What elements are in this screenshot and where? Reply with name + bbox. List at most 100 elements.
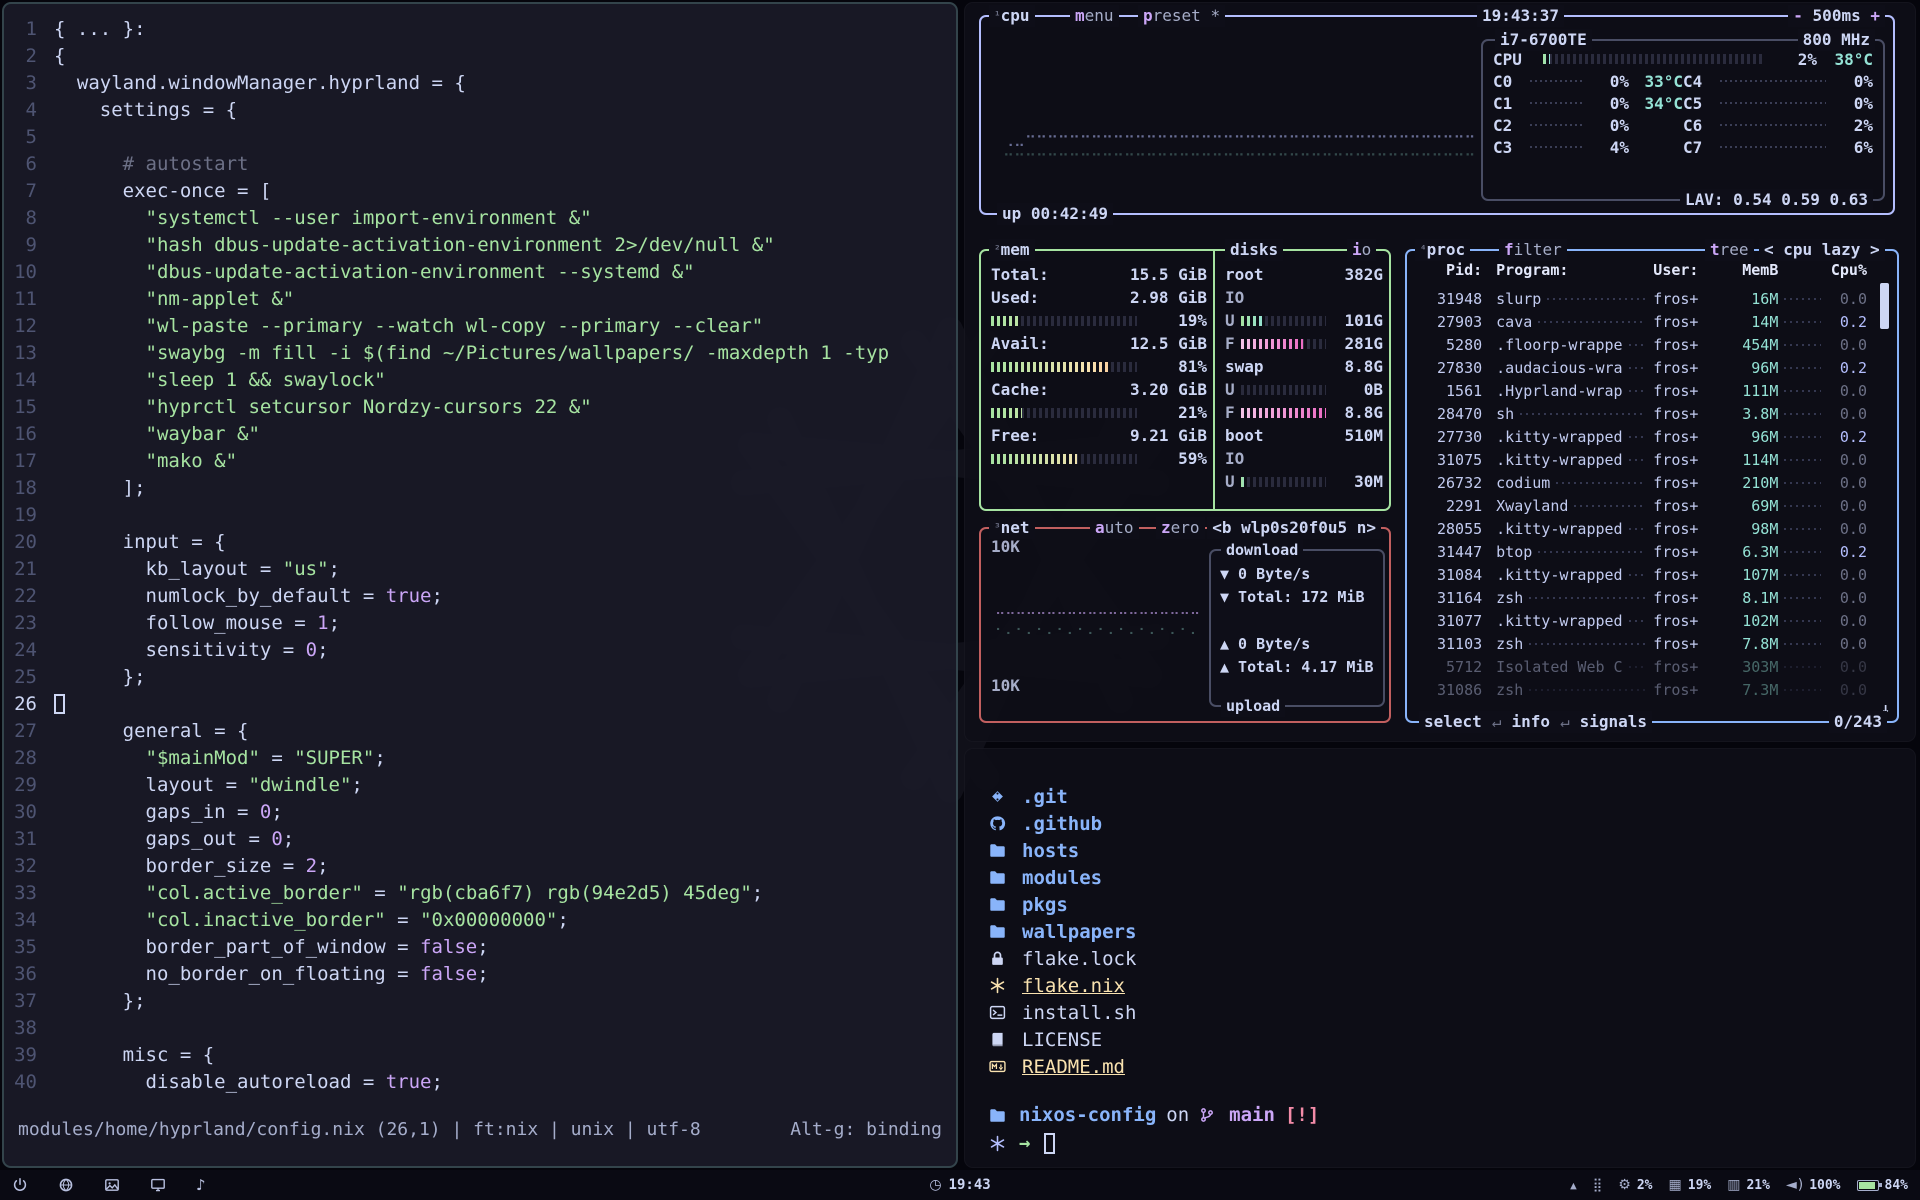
code-token: ;: [317, 855, 328, 877]
line-number: 12: [4, 313, 54, 340]
disks-io-toggle[interactable]: io: [1347, 239, 1376, 261]
process-mem: 114M: [1723, 451, 1779, 469]
module-value: 100%: [1809, 1178, 1840, 1193]
process-row[interactable]: 31084.kitty-wrappedfros+107M0.0: [1417, 563, 1867, 586]
process-row[interactable]: 26732codiumfros+210M0.0: [1417, 471, 1867, 494]
process-pid: 31086: [1417, 681, 1482, 699]
clock-module[interactable]: ◷ 19:43: [929, 1177, 990, 1193]
disk-io-label: IO: [1225, 286, 1383, 309]
process-user: fros+: [1653, 589, 1710, 607]
update-interval-control[interactable]: - 500ms +: [1788, 5, 1885, 27]
browser-icon[interactable]: [58, 1177, 74, 1193]
process-name: .floorp-wrappe: [1482, 336, 1653, 354]
line-number: 19: [4, 502, 54, 529]
process-user: fros+: [1653, 382, 1710, 400]
code-token: input = {: [54, 531, 226, 553]
process-row[interactable]: 31103zshfros+7.8M0.0: [1417, 632, 1867, 655]
core-name-label: C0: [1493, 72, 1523, 91]
volume-icon: ◄: [1786, 1177, 1803, 1193]
process-row[interactable]: 2291Xwaylandfros+69M0.0: [1417, 494, 1867, 517]
load-average: LAV: 0.54 0.59 0.63: [1680, 189, 1873, 211]
tray-expand-button[interactable]: ▲: [1570, 1179, 1577, 1192]
file-row: flake.lock: [989, 945, 1136, 972]
code-token: disable_autoreload =: [54, 1071, 386, 1093]
prompt-input-line[interactable]: →: [989, 1129, 1319, 1157]
cpu-core-row: C10%34°C: [1493, 92, 1683, 114]
proc-footer-action[interactable]: info: [1511, 711, 1550, 733]
process-row[interactable]: 31164zshfros+8.1M0.0: [1417, 586, 1867, 609]
process-row[interactable]: 31948slurpfros+16M0.0: [1417, 287, 1867, 310]
file-name: README.md: [1022, 1056, 1125, 1078]
volume-module[interactable]: ◄ 100%: [1786, 1177, 1841, 1193]
core-percent: 0%: [1589, 116, 1629, 135]
process-row[interactable]: 5280.floorp-wrappefros+454M0.0: [1417, 333, 1867, 356]
code-area[interactable]: 1{ ... }:2{3 wayland.windowManager.hyprl…: [4, 4, 956, 1096]
code-line: 20 input = {: [4, 529, 956, 556]
net-auto-button[interactable]: auto: [1090, 517, 1139, 539]
process-row[interactable]: 27830.audacious-wrafros+96M0.2: [1417, 356, 1867, 379]
btop-window: ¹cpu menu preset * 19:43:37 - 500ms + ⢀⣀…: [964, 2, 1916, 742]
line-number: 9: [4, 232, 54, 259]
proc-footer-action[interactable]: select: [1424, 711, 1482, 733]
code-token: ;: [752, 882, 763, 904]
proc-scrollbar-thumb[interactable]: [1880, 283, 1889, 329]
process-row[interactable]: 31086zshfros+7.3M0.0: [1417, 678, 1867, 701]
bar-right-modules: ▲ ⣿ ⚙2% ▦19% ▥21% ◄ 100% 84%: [1570, 1177, 1908, 1193]
code-text: exec-once = [: [54, 180, 271, 202]
core-percent: 0%: [1589, 94, 1629, 113]
git-icon: [989, 788, 1009, 805]
process-row[interactable]: 31075.kitty-wrappedfros+114M0.0: [1417, 448, 1867, 471]
filter-button[interactable]: filter: [1499, 239, 1567, 261]
tray-grip-icon[interactable]: ⣿: [1593, 1178, 1603, 1193]
code-token: 2: [306, 855, 317, 877]
disk-module[interactable]: ▥21%: [1727, 1177, 1770, 1193]
tree-button[interactable]: tree: [1705, 239, 1754, 261]
memory-module[interactable]: ▦19%: [1669, 1177, 1712, 1193]
line-number: 13: [4, 340, 54, 367]
power-icon[interactable]: [12, 1177, 28, 1193]
process-row[interactable]: 31447btopfros+6.3M0.2: [1417, 540, 1867, 563]
code-text: sensitivity = 0;: [54, 639, 329, 661]
code-line: 31 gaps_out = 0;: [4, 826, 956, 853]
file-name: pkgs: [1022, 894, 1068, 916]
process-row[interactable]: 1561.Hyprland-wrapfros+111M0.0: [1417, 379, 1867, 402]
process-name-text: codium: [1496, 474, 1550, 492]
shell-prompt: nixos-config on main [!] →: [989, 1101, 1319, 1157]
cpu-model-label: i7-6700TE: [1495, 29, 1592, 51]
code-line: 39 misc = {: [4, 1042, 956, 1069]
process-row[interactable]: 5712Isolated Web Cfros+303M0.0: [1417, 655, 1867, 678]
code-line: 38: [4, 1015, 956, 1042]
leader-dots: [1629, 459, 1646, 461]
battery-module[interactable]: 84%: [1857, 1178, 1908, 1193]
github-icon: [989, 815, 1009, 832]
process-row[interactable]: 28470shfros+3.8M0.0: [1417, 402, 1867, 425]
line-number: 10: [4, 259, 54, 286]
process-row[interactable]: 27903cavafros+14M0.2: [1417, 310, 1867, 333]
code-line: 24 sensitivity = 0;: [4, 637, 956, 664]
statusline-file-info: modules/home/hyprland/config.nix (26,1) …: [18, 1119, 701, 1140]
process-user: fros+: [1653, 658, 1710, 676]
cpu-panel: ¹cpu menu preset * 19:43:37 - 500ms + ⢀⣀…: [979, 15, 1895, 215]
leader-dots: [1629, 528, 1646, 530]
process-mem: 7.8M: [1723, 635, 1779, 653]
process-row[interactable]: 27730.kitty-wrappedfros+96M0.2: [1417, 425, 1867, 448]
cpu-module[interactable]: ⚙2%: [1618, 1177, 1652, 1193]
file-row: modules: [989, 864, 1136, 891]
process-row[interactable]: 31077.kitty-wrappedfros+102M0.0: [1417, 609, 1867, 632]
process-row[interactable]: 28055.kitty-wrappedfros+98M0.0: [1417, 517, 1867, 540]
process-pid: 27730: [1417, 428, 1482, 446]
gallery-icon[interactable]: [104, 1177, 120, 1193]
net-zero-button[interactable]: zero: [1156, 517, 1205, 539]
net-interface-switcher[interactable]: <b wlp0s20f0u5 n>: [1207, 517, 1381, 539]
preset-button[interactable]: preset *: [1138, 5, 1225, 27]
code-token: exec-once = [: [54, 180, 271, 202]
music-icon[interactable]: ♪: [196, 1176, 206, 1194]
menu-button[interactable]: menu: [1070, 5, 1119, 27]
proc-footer-action[interactable]: signals: [1580, 711, 1647, 733]
process-mem: 8.1M: [1723, 589, 1779, 607]
display-icon[interactable]: [150, 1177, 166, 1193]
sort-selector[interactable]: < cpu lazy >: [1759, 239, 1885, 261]
code-token: ;: [271, 801, 282, 823]
nix-icon: [989, 1135, 1009, 1152]
leader-dots: [1629, 620, 1646, 622]
